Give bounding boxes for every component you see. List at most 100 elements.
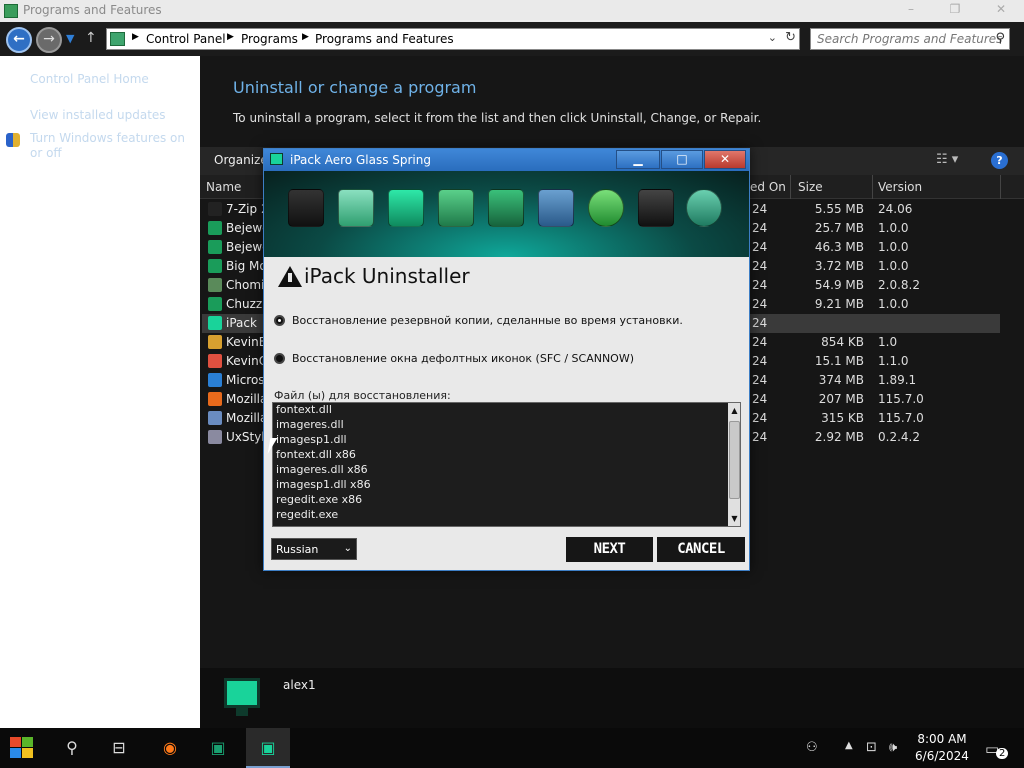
recent-pages-dropdown[interactable]: ▼ (66, 32, 74, 45)
program-size: 15.1 MB (814, 354, 864, 368)
control-panel-icon (110, 32, 125, 46)
list-item[interactable]: fontext.dll x86 (276, 448, 356, 461)
ipack-taskbar-icon[interactable]: ▣ (246, 728, 290, 768)
help-icon[interactable]: ? (991, 152, 1008, 169)
files-label: Файл (ы) для восстановления: (274, 389, 451, 402)
program-icon (208, 259, 222, 273)
program-name: Big Mo (226, 259, 267, 273)
control-panel-home-link[interactable]: Control Panel Home (30, 72, 149, 87)
list-item[interactable]: regedit.exe (276, 508, 338, 521)
dialog-maximize-button[interactable]: □ (661, 150, 703, 169)
restore-button[interactable]: ❐ (944, 2, 966, 20)
dialog-title: iPack Aero Glass Spring (290, 153, 431, 167)
windows-features-link[interactable]: Turn Windows features on or off (30, 131, 195, 161)
chevron-right-icon[interactable]: ▶ (227, 32, 234, 42)
up-arrow-icon[interactable]: ↑ (85, 30, 97, 46)
program-name: Micros (226, 373, 265, 387)
breadcrumb-programs-and-features[interactable]: Programs and Features (315, 32, 454, 46)
list-item[interactable]: imagesp1.dll (276, 433, 347, 446)
sfc-restore-label[interactable]: Восстановление окна дефолтных иконок (SF… (292, 352, 634, 365)
language-select[interactable]: Russian ⌄ (271, 538, 357, 560)
search-icon[interactable]: ⚲ (50, 728, 94, 768)
next-button[interactable]: NEXT (566, 537, 653, 562)
window-titlebar: Programs and Features – ❐ ✕ (0, 0, 1024, 22)
view-installed-updates-link[interactable]: View installed updates (30, 108, 166, 123)
backup-restore-radio[interactable] (274, 315, 285, 326)
clock[interactable]: 8:00 AM 6/6/2024 (912, 731, 972, 765)
people-icon[interactable]: ⚇ (806, 740, 818, 755)
program-icon (208, 240, 222, 254)
search-input[interactable]: Search Programs and Features (817, 32, 1002, 46)
list-item[interactable]: imageres.dll x86 (276, 463, 368, 476)
dialog-minimize-button[interactable]: ▁ (616, 150, 660, 169)
breadcrumb-control-panel[interactable]: Control Panel (146, 32, 226, 46)
program-version: 0.2.4.2 (878, 430, 920, 444)
volume-icon[interactable]: 🕪 (889, 740, 897, 755)
column-installed-on[interactable]: ed On (750, 180, 786, 194)
scroll-down-arrow-icon[interactable]: ▼ (728, 514, 740, 523)
task-view-icon[interactable]: ⊟ (97, 728, 141, 768)
program-icon (208, 354, 222, 368)
left-pane: Control Panel Home View installed update… (0, 56, 200, 728)
chevron-down-icon: ⌄ (343, 543, 352, 554)
refresh-icon[interactable]: ↻ (785, 30, 796, 45)
program-version: 1.0 (878, 335, 898, 349)
list-item[interactable]: imagesp1.dll x86 (276, 478, 371, 491)
search-box[interactable]: Search Programs and Features ⚲ (810, 28, 1010, 50)
program-icon (208, 297, 222, 311)
taskbar: ⚲ ⊟ ◉ ▣ ▣ ⚇ ▲ ⊡ 🕪 8:00 AM 6/6/2024 ▭ 2 (0, 728, 1024, 768)
column-divider[interactable] (790, 175, 791, 199)
breadcrumb-programs[interactable]: Programs (241, 32, 298, 46)
program-version: 1.1.0 (878, 354, 909, 368)
column-name[interactable]: Name (206, 180, 241, 194)
program-size: 25.7 MB (814, 221, 864, 235)
close-button[interactable]: ✕ (990, 2, 1012, 20)
column-divider[interactable] (1000, 175, 1001, 199)
view-options-icon[interactable]: ☷ ▾ (936, 152, 958, 167)
cancel-button[interactable]: CANCEL (657, 537, 745, 562)
files-list[interactable]: fontext.dll imageres.dll imagesp1.dll fo… (272, 402, 741, 527)
column-version[interactable]: Version (878, 180, 922, 194)
program-version: 1.89.1 (878, 373, 917, 387)
column-divider[interactable] (872, 175, 873, 199)
dialog-titlebar[interactable]: iPack Aero Glass Spring ▁ □ ✕ (264, 149, 749, 171)
program-icon (208, 392, 222, 406)
monitor-icon (388, 189, 424, 227)
address-bar[interactable]: ▶ Control Panel ▶ Programs ▶ Programs an… (106, 28, 800, 50)
list-item[interactable]: imageres.dll (276, 418, 344, 431)
sfc-restore-radio[interactable] (274, 353, 285, 364)
show-hidden-icons[interactable]: ▲ (845, 740, 853, 751)
firefox-icon[interactable]: ◉ (148, 728, 192, 768)
network-icon[interactable]: ⊡ (866, 740, 877, 755)
start-button[interactable] (10, 737, 34, 759)
clock-time: 8:00 AM (917, 732, 967, 746)
column-size[interactable]: Size (798, 180, 823, 194)
minimize-button[interactable]: – (900, 2, 922, 20)
back-button[interactable]: ← (6, 27, 32, 53)
program-name: Mozilla (226, 411, 268, 425)
list-item[interactable]: fontext.dll (276, 403, 332, 416)
scrollbar-thumb[interactable] (729, 421, 740, 499)
program-name: iPack (226, 316, 257, 330)
dialog-close-button[interactable]: ✕ (704, 150, 746, 169)
address-dropdown-icon[interactable]: ⌄ (768, 31, 777, 44)
program-icon (208, 335, 222, 349)
language-value: Russian (276, 543, 319, 556)
scroll-up-arrow-icon[interactable]: ▲ (728, 406, 740, 415)
chevron-right-icon[interactable]: ▶ (132, 32, 139, 42)
program-size: 46.3 MB (814, 240, 864, 254)
program-version: 1.0.0 (878, 297, 909, 311)
forward-button[interactable]: → (36, 27, 62, 53)
search-icon[interactable]: ⚲ (995, 31, 1005, 46)
monitor-stand (236, 708, 248, 716)
control-panel-taskbar-icon[interactable]: ▣ (196, 728, 240, 768)
monitor-icon (224, 678, 260, 708)
chevron-right-icon[interactable]: ▶ (302, 32, 309, 42)
program-version: 24.06 (878, 202, 913, 216)
page-title: Uninstall or change a program (233, 78, 477, 97)
program-version: 115.7.0 (878, 411, 924, 425)
list-item[interactable]: regedit.exe x86 (276, 493, 362, 506)
uninstaller-title: iPack Uninstaller (304, 264, 470, 288)
backup-restore-label[interactable]: Восстановление резервной копии, сделанны… (292, 314, 683, 327)
program-version: 115.7.0 (878, 392, 924, 406)
